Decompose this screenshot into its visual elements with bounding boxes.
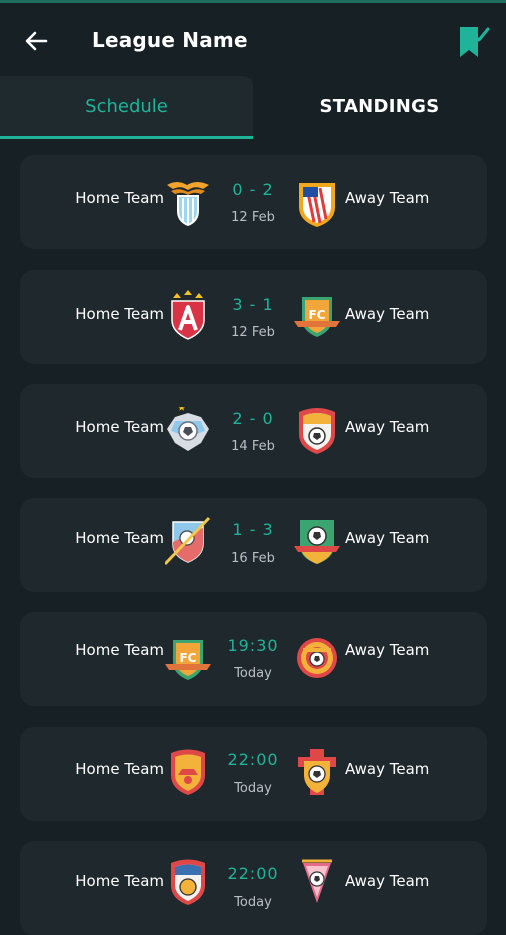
away-team-name: Away Team bbox=[345, 641, 430, 659]
away-team-name: Away Team bbox=[345, 872, 430, 890]
home-team-name: Home Team bbox=[75, 305, 164, 323]
match-score: 22:00 bbox=[227, 864, 279, 883]
home-team-name: Home Team bbox=[75, 641, 164, 659]
match-date: Today bbox=[234, 895, 272, 910]
match-date: 14 Feb bbox=[231, 439, 275, 454]
match-date: 16 Feb bbox=[231, 551, 275, 566]
home-team-name: Home Team bbox=[75, 760, 164, 778]
sash-shield-crest-icon bbox=[165, 516, 211, 566]
match-score: 2 - 0 bbox=[232, 409, 274, 428]
cross-ball-crest-icon bbox=[298, 749, 336, 795]
match-score: 0 - 2 bbox=[232, 180, 274, 199]
striped-shield-crest-icon bbox=[299, 183, 335, 227]
home-team-name: Home Team bbox=[75, 418, 164, 436]
page-title: League Name bbox=[92, 28, 248, 52]
match-date: 12 Feb bbox=[231, 210, 275, 225]
red-a-shield-crest-icon bbox=[171, 290, 205, 340]
match-card[interactable]: Home Team 22:00 Today Away Team bbox=[20, 841, 487, 935]
match-date: 12 Feb bbox=[231, 325, 275, 340]
match-score: 3 - 1 bbox=[232, 295, 274, 314]
bookmark-check-icon[interactable] bbox=[454, 23, 490, 61]
match-date: Today bbox=[234, 781, 272, 796]
match-score: 1 - 3 bbox=[232, 520, 274, 539]
green-shield-ball-crest-icon bbox=[294, 520, 340, 564]
winged-shield-crest-icon bbox=[167, 182, 209, 227]
home-team-name: Home Team bbox=[75, 189, 164, 207]
match-card[interactable]: Home Team 3 - 1 12 Feb FC Away Team bbox=[20, 270, 487, 364]
match-card[interactable]: Home Team 2 - 0 14 Feb Away Team bbox=[20, 384, 487, 478]
tab-schedule[interactable]: Schedule bbox=[0, 76, 253, 139]
match-date: Today bbox=[234, 666, 272, 681]
svg-text:FC: FC bbox=[308, 308, 325, 322]
away-team-name: Away Team bbox=[345, 305, 430, 323]
app-header: League Name bbox=[0, 3, 506, 75]
match-card[interactable]: Home Team 22:00 Today Away Team bbox=[20, 727, 487, 821]
away-team-name: Away Team bbox=[345, 529, 430, 547]
away-team-name: Away Team bbox=[345, 189, 430, 207]
match-score: 22:00 bbox=[227, 750, 279, 769]
tab-bar: Schedule STANDINGS bbox=[0, 76, 506, 139]
orange-shield-crest-icon bbox=[171, 749, 205, 795]
red-shield-ball-crest-icon bbox=[299, 408, 335, 454]
away-team-name: Away Team bbox=[345, 418, 430, 436]
match-card[interactable]: Home Team 0 - 2 12 Feb Away Team bbox=[20, 155, 487, 249]
match-card[interactable]: Home Team 1 - 3 16 Feb Away Team bbox=[20, 498, 487, 592]
home-team-name: Home Team bbox=[75, 529, 164, 547]
tab-standings[interactable]: STANDINGS bbox=[253, 76, 506, 136]
match-score: 19:30 bbox=[227, 636, 279, 655]
fc-badge-crest-icon: FC bbox=[294, 297, 340, 337]
gear-ball-crest-icon bbox=[297, 638, 337, 678]
fc-badge-crest-icon: FC bbox=[165, 640, 211, 680]
arrow-left-icon[interactable] bbox=[22, 27, 50, 55]
away-team-name: Away Team bbox=[345, 760, 430, 778]
svg-text:FC: FC bbox=[179, 651, 196, 665]
match-card[interactable]: Home Team FC 19:30 Today Away Team bbox=[20, 612, 487, 706]
silver-ball-crest-icon bbox=[167, 407, 209, 451]
home-team-name: Home Team bbox=[75, 872, 164, 890]
